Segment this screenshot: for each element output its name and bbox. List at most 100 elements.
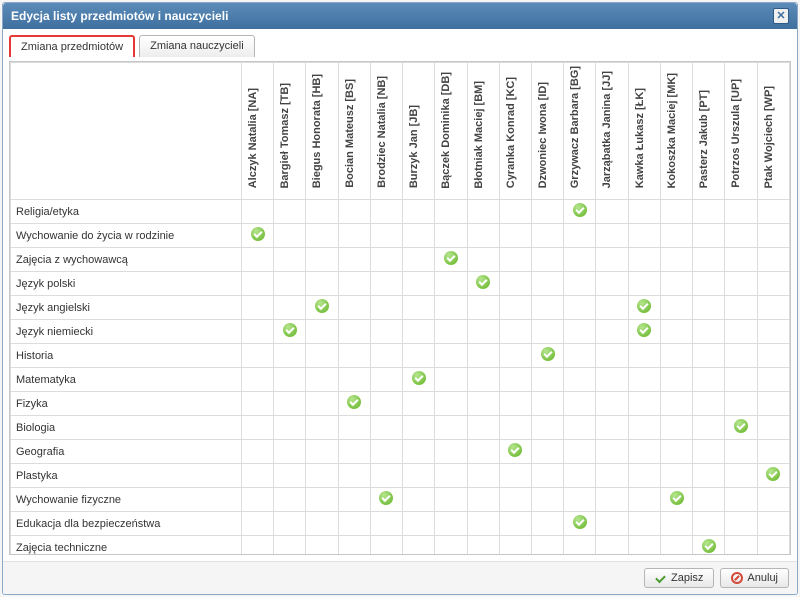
assignment-cell[interactable] bbox=[370, 200, 402, 224]
assignment-cell[interactable] bbox=[725, 368, 757, 392]
assignment-cell[interactable] bbox=[306, 296, 338, 320]
assignment-cell[interactable] bbox=[370, 224, 402, 248]
assignment-cell[interactable] bbox=[274, 272, 306, 296]
assignment-cell[interactable] bbox=[757, 368, 789, 392]
assignment-cell[interactable] bbox=[757, 272, 789, 296]
assignment-cell[interactable] bbox=[660, 320, 692, 344]
assignment-cell[interactable] bbox=[338, 536, 370, 555]
assignment-cell[interactable] bbox=[467, 440, 499, 464]
assignment-cell[interactable] bbox=[499, 512, 531, 536]
assignment-cell[interactable] bbox=[241, 488, 273, 512]
assignment-cell[interactable] bbox=[403, 272, 435, 296]
assignment-cell[interactable] bbox=[628, 392, 660, 416]
assignment-cell[interactable] bbox=[467, 464, 499, 488]
assignment-cell[interactable] bbox=[274, 248, 306, 272]
assignment-cell[interactable] bbox=[725, 248, 757, 272]
assignment-cell[interactable] bbox=[596, 488, 628, 512]
assignment-cell[interactable] bbox=[628, 416, 660, 440]
assignment-cell[interactable] bbox=[564, 272, 596, 296]
assignment-cell[interactable] bbox=[596, 272, 628, 296]
assignment-cell[interactable] bbox=[757, 320, 789, 344]
assignment-cell[interactable] bbox=[532, 344, 564, 368]
assignment-cell[interactable] bbox=[532, 536, 564, 555]
assignment-cell[interactable] bbox=[564, 536, 596, 555]
subject-cell[interactable]: Historia bbox=[11, 344, 242, 368]
assignment-cell[interactable] bbox=[306, 464, 338, 488]
assignment-cell[interactable] bbox=[338, 392, 370, 416]
assignment-cell[interactable] bbox=[467, 536, 499, 555]
assignment-cell[interactable] bbox=[532, 296, 564, 320]
assignment-cell[interactable] bbox=[660, 272, 692, 296]
assignment-cell[interactable] bbox=[532, 272, 564, 296]
assignment-cell[interactable] bbox=[757, 536, 789, 555]
assignment-cell[interactable] bbox=[564, 464, 596, 488]
assignment-cell[interactable] bbox=[564, 248, 596, 272]
teacher-column-header[interactable]: Alczyk Natalia [NA] bbox=[241, 63, 273, 200]
assignment-cell[interactable] bbox=[532, 512, 564, 536]
assignment-cell[interactable] bbox=[725, 224, 757, 248]
assignment-cell[interactable] bbox=[693, 200, 725, 224]
assignment-cell[interactable] bbox=[435, 416, 467, 440]
assignment-cell[interactable] bbox=[338, 416, 370, 440]
assignment-cell[interactable] bbox=[660, 464, 692, 488]
subject-cell[interactable]: Wychowanie fizyczne bbox=[11, 488, 242, 512]
assignment-cell[interactable] bbox=[532, 320, 564, 344]
assignment-cell[interactable] bbox=[274, 440, 306, 464]
assignment-cell[interactable] bbox=[370, 344, 402, 368]
assignment-cell[interactable] bbox=[693, 344, 725, 368]
assignment-cell[interactable] bbox=[660, 488, 692, 512]
assignment-cell[interactable] bbox=[306, 536, 338, 555]
assignment-cell[interactable] bbox=[274, 296, 306, 320]
assignment-cell[interactable] bbox=[467, 320, 499, 344]
assignment-cell[interactable] bbox=[564, 416, 596, 440]
assignment-cell[interactable] bbox=[596, 392, 628, 416]
assignment-cell[interactable] bbox=[467, 368, 499, 392]
assignment-cell[interactable] bbox=[467, 224, 499, 248]
assignment-cell[interactable] bbox=[435, 272, 467, 296]
teacher-column-header[interactable]: Cyranka Konrad [KC] bbox=[499, 63, 531, 200]
assignment-cell[interactable] bbox=[499, 200, 531, 224]
assignment-cell[interactable] bbox=[693, 440, 725, 464]
assignment-cell[interactable] bbox=[274, 416, 306, 440]
assignment-cell[interactable] bbox=[628, 224, 660, 248]
assignment-cell[interactable] bbox=[338, 272, 370, 296]
assignment-cell[interactable] bbox=[660, 200, 692, 224]
assignment-cell[interactable] bbox=[338, 464, 370, 488]
assignment-cell[interactable] bbox=[564, 200, 596, 224]
assignment-cell[interactable] bbox=[725, 320, 757, 344]
assignment-cell[interactable] bbox=[660, 536, 692, 555]
assignment-cell[interactable] bbox=[725, 272, 757, 296]
assignment-cell[interactable] bbox=[693, 488, 725, 512]
assignment-cell[interactable] bbox=[467, 200, 499, 224]
assignment-cell[interactable] bbox=[370, 440, 402, 464]
assignment-cell[interactable] bbox=[306, 344, 338, 368]
subject-cell[interactable]: Religia/etyka bbox=[11, 200, 242, 224]
assignment-cell[interactable] bbox=[532, 464, 564, 488]
subject-cell[interactable]: Zajęcia techniczne bbox=[11, 536, 242, 555]
assignment-cell[interactable] bbox=[338, 488, 370, 512]
assignment-cell[interactable] bbox=[306, 320, 338, 344]
assignment-cell[interactable] bbox=[499, 296, 531, 320]
assignment-cell[interactable] bbox=[435, 464, 467, 488]
assignment-cell[interactable] bbox=[596, 224, 628, 248]
assignment-cell[interactable] bbox=[564, 296, 596, 320]
teacher-column-header[interactable]: Kokoszka Maciej [MK] bbox=[660, 63, 692, 200]
assignment-cell[interactable] bbox=[660, 248, 692, 272]
assignment-cell[interactable] bbox=[757, 200, 789, 224]
assignment-cell[interactable] bbox=[403, 488, 435, 512]
assignment-cell[interactable] bbox=[532, 392, 564, 416]
assignment-cell[interactable] bbox=[757, 512, 789, 536]
subject-cell[interactable]: Fizyka bbox=[11, 392, 242, 416]
assignment-cell[interactable] bbox=[241, 464, 273, 488]
assignment-cell[interactable] bbox=[338, 248, 370, 272]
assignment-cell[interactable] bbox=[370, 320, 402, 344]
assignment-cell[interactable] bbox=[628, 512, 660, 536]
assignment-cell[interactable] bbox=[660, 368, 692, 392]
assignment-cell[interactable] bbox=[660, 416, 692, 440]
assignment-cell[interactable] bbox=[274, 464, 306, 488]
assignment-cell[interactable] bbox=[596, 344, 628, 368]
assignment-cell[interactable] bbox=[338, 296, 370, 320]
teacher-column-header[interactable]: Ptak Wojciech [WP] bbox=[757, 63, 789, 200]
subject-cell[interactable]: Język angielski bbox=[11, 296, 242, 320]
assignment-cell[interactable] bbox=[499, 488, 531, 512]
